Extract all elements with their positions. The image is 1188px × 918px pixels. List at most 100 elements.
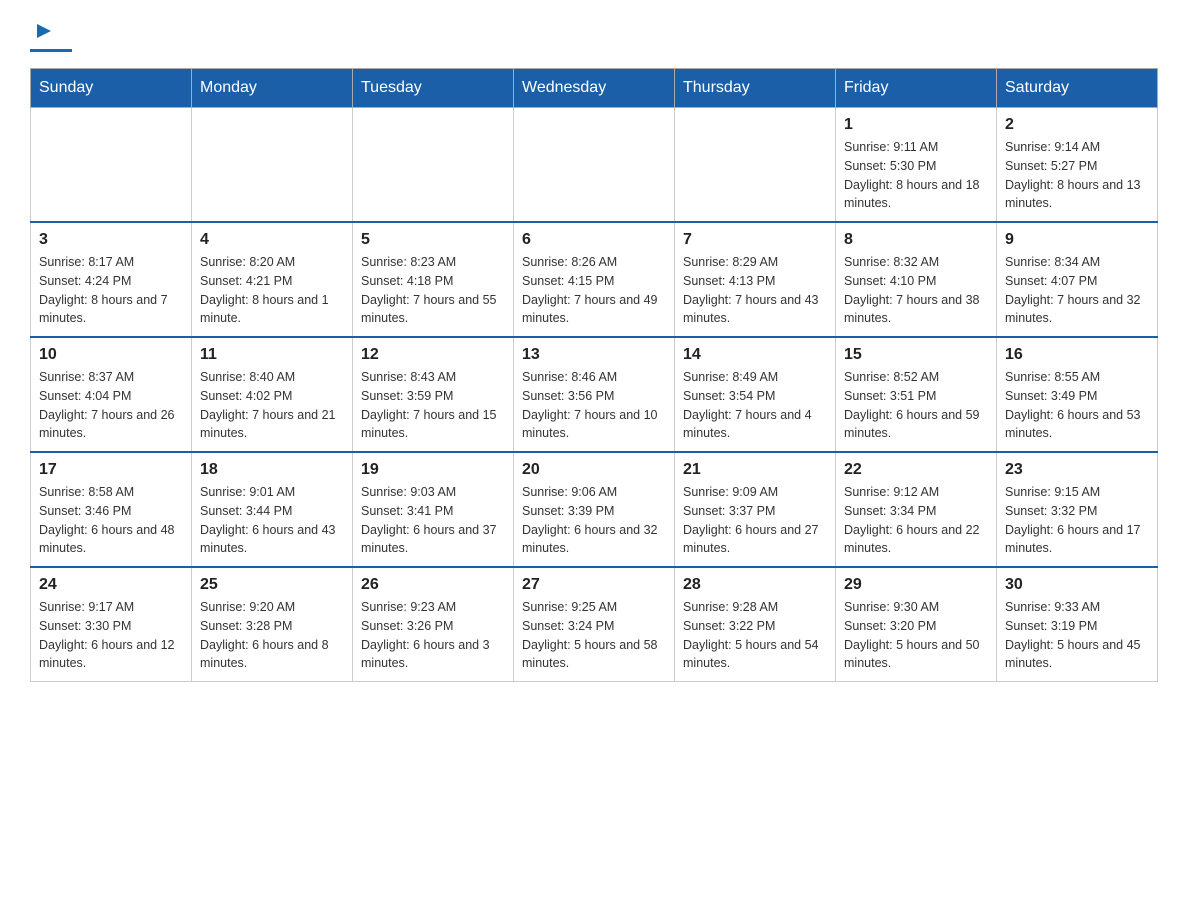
- calendar-week-row: 10 Sunrise: 8:37 AM Sunset: 4:04 PM Dayli…: [31, 337, 1158, 452]
- day-info: Sunrise: 8:32 AM Sunset: 4:10 PM Dayligh…: [844, 253, 988, 328]
- table-row: 18Sunrise: 9:01 AM Sunset: 3:44 PM Dayli…: [192, 452, 353, 567]
- table-row: 3Sunrise: 8:17 AM Sunset: 4:24 PM Daylig…: [31, 222, 192, 337]
- table-row: 17 Sunrise: 8:58 AM Sunset: 3:46 PM Dayli…: [31, 452, 192, 567]
- day-info: Sunrise: 8:40 AM Sunset: 4:02 PM Dayligh…: [200, 368, 344, 443]
- calendar-table: Sunday Monday Tuesday Wednesday Thursday…: [30, 68, 1158, 682]
- day-number: 3: [39, 231, 183, 249]
- day-number: 11: [200, 346, 344, 364]
- day-number: 24: [39, 576, 183, 594]
- table-row: 28 Sunrise: 9:28 AM Sunset: 3:22 PM Dayli…: [675, 567, 836, 682]
- col-saturday: Saturday: [997, 69, 1158, 108]
- day-info: Sunrise: 9:03 AM Sunset: 3:41 PM Dayligh…: [361, 483, 505, 558]
- day-number: 18: [200, 461, 344, 479]
- day-info: Sunrise: 8:29 AM Sunset: 4:13 PM Dayligh…: [683, 253, 827, 328]
- calendar-week-row: 3Sunrise: 8:17 AM Sunset: 4:24 PM Daylig…: [31, 222, 1158, 337]
- day-info: Sunrise: 8:23 AM Sunset: 4:18 PM Dayligh…: [361, 253, 505, 328]
- day-info: Sunrise: 9:11 AM Sunset: 5:30 PM Dayligh…: [844, 138, 988, 213]
- day-number: 22: [844, 461, 988, 479]
- table-row: 12 Sunrise: 8:43 AM Sunset: 3:59 PM Dayli…: [353, 337, 514, 452]
- table-row: 11 Sunrise: 8:40 AM Sunset: 4:02 PM Dayli…: [192, 337, 353, 452]
- table-row: 6 Sunrise: 8:26 AM Sunset: 4:15 PM Daylig…: [514, 222, 675, 337]
- col-friday: Friday: [836, 69, 997, 108]
- table-row: [675, 108, 836, 223]
- day-number: 29: [844, 576, 988, 594]
- day-number: 20: [522, 461, 666, 479]
- day-info: Sunrise: 8:43 AM Sunset: 3:59 PM Dayligh…: [361, 368, 505, 443]
- day-number: 13: [522, 346, 666, 364]
- day-number: 6: [522, 231, 666, 249]
- day-number: 12: [361, 346, 505, 364]
- table-row: 29 Sunrise: 9:30 AM Sunset: 3:20 PM Dayli…: [836, 567, 997, 682]
- table-row: 25Sunrise: 9:20 AM Sunset: 3:28 PM Dayli…: [192, 567, 353, 682]
- day-number: 27: [522, 576, 666, 594]
- table-row: [514, 108, 675, 223]
- col-sunday: Sunday: [31, 69, 192, 108]
- day-info: Sunrise: 9:06 AM Sunset: 3:39 PM Dayligh…: [522, 483, 666, 558]
- table-row: 9 Sunrise: 8:34 AM Sunset: 4:07 PM Daylig…: [997, 222, 1158, 337]
- calendar-week-row: 1 Sunrise: 9:11 AM Sunset: 5:30 PM Daylig…: [31, 108, 1158, 223]
- table-row: 16Sunrise: 8:55 AM Sunset: 3:49 PM Dayli…: [997, 337, 1158, 452]
- day-number: 5: [361, 231, 505, 249]
- day-info: Sunrise: 9:20 AM Sunset: 3:28 PM Dayligh…: [200, 598, 344, 673]
- day-info: Sunrise: 9:23 AM Sunset: 3:26 PM Dayligh…: [361, 598, 505, 673]
- table-row: 23 Sunrise: 9:15 AM Sunset: 3:32 PM Dayli…: [997, 452, 1158, 567]
- table-row: 14 Sunrise: 8:49 AM Sunset: 3:54 PM Dayli…: [675, 337, 836, 452]
- day-number: 9: [1005, 231, 1149, 249]
- table-row: [353, 108, 514, 223]
- table-row: 27Sunrise: 9:25 AM Sunset: 3:24 PM Dayli…: [514, 567, 675, 682]
- day-number: 1: [844, 116, 988, 134]
- col-monday: Monday: [192, 69, 353, 108]
- day-number: 15: [844, 346, 988, 364]
- table-row: 15 Sunrise: 8:52 AM Sunset: 3:51 PM Dayli…: [836, 337, 997, 452]
- day-info: Sunrise: 8:46 AM Sunset: 3:56 PM Dayligh…: [522, 368, 666, 443]
- table-row: 19 Sunrise: 9:03 AM Sunset: 3:41 PM Dayli…: [353, 452, 514, 567]
- day-info: Sunrise: 8:49 AM Sunset: 3:54 PM Dayligh…: [683, 368, 827, 443]
- logo-line: [30, 49, 76, 52]
- day-number: 23: [1005, 461, 1149, 479]
- day-number: 16: [1005, 346, 1149, 364]
- table-row: 7Sunrise: 8:29 AM Sunset: 4:13 PM Daylig…: [675, 222, 836, 337]
- day-info: Sunrise: 9:17 AM Sunset: 3:30 PM Dayligh…: [39, 598, 183, 673]
- logo-bar: [30, 49, 72, 52]
- day-number: 26: [361, 576, 505, 594]
- day-number: 14: [683, 346, 827, 364]
- table-row: 5 Sunrise: 8:23 AM Sunset: 4:18 PM Daylig…: [353, 222, 514, 337]
- logo-arrow-icon: [33, 20, 55, 42]
- day-info: Sunrise: 9:30 AM Sunset: 3:20 PM Dayligh…: [844, 598, 988, 673]
- day-info: Sunrise: 8:52 AM Sunset: 3:51 PM Dayligh…: [844, 368, 988, 443]
- table-row: 24 Sunrise: 9:17 AM Sunset: 3:30 PM Dayli…: [31, 567, 192, 682]
- calendar-week-row: 17 Sunrise: 8:58 AM Sunset: 3:46 PM Dayli…: [31, 452, 1158, 567]
- day-info: Sunrise: 9:28 AM Sunset: 3:22 PM Dayligh…: [683, 598, 827, 673]
- table-row: 4 Sunrise: 8:20 AM Sunset: 4:21 PM Daylig…: [192, 222, 353, 337]
- day-info: Sunrise: 8:26 AM Sunset: 4:15 PM Dayligh…: [522, 253, 666, 328]
- table-row: 22 Sunrise: 9:12 AM Sunset: 3:34 PM Dayli…: [836, 452, 997, 567]
- col-wednesday: Wednesday: [514, 69, 675, 108]
- logo: [30, 20, 76, 52]
- day-number: 2: [1005, 116, 1149, 134]
- day-info: Sunrise: 9:12 AM Sunset: 3:34 PM Dayligh…: [844, 483, 988, 558]
- day-info: Sunrise: 8:37 AM Sunset: 4:04 PM Dayligh…: [39, 368, 183, 443]
- table-row: 2Sunrise: 9:14 AM Sunset: 5:27 PM Daylig…: [997, 108, 1158, 223]
- day-number: 10: [39, 346, 183, 364]
- day-number: 19: [361, 461, 505, 479]
- col-tuesday: Tuesday: [353, 69, 514, 108]
- day-number: 17: [39, 461, 183, 479]
- col-thursday: Thursday: [675, 69, 836, 108]
- day-info: Sunrise: 9:15 AM Sunset: 3:32 PM Dayligh…: [1005, 483, 1149, 558]
- day-number: 8: [844, 231, 988, 249]
- table-row: 1 Sunrise: 9:11 AM Sunset: 5:30 PM Daylig…: [836, 108, 997, 223]
- day-info: Sunrise: 8:34 AM Sunset: 4:07 PM Dayligh…: [1005, 253, 1149, 328]
- page-header: [30, 20, 1158, 52]
- table-row: [31, 108, 192, 223]
- day-number: 28: [683, 576, 827, 594]
- day-number: 4: [200, 231, 344, 249]
- day-info: Sunrise: 9:33 AM Sunset: 3:19 PM Dayligh…: [1005, 598, 1149, 673]
- day-info: Sunrise: 8:20 AM Sunset: 4:21 PM Dayligh…: [200, 253, 344, 328]
- calendar-header-row: Sunday Monday Tuesday Wednesday Thursday…: [31, 69, 1158, 108]
- day-info: Sunrise: 8:58 AM Sunset: 3:46 PM Dayligh…: [39, 483, 183, 558]
- day-number: 30: [1005, 576, 1149, 594]
- table-row: 30 Sunrise: 9:33 AM Sunset: 3:19 PM Dayli…: [997, 567, 1158, 682]
- table-row: 20 Sunrise: 9:06 AM Sunset: 3:39 PM Dayli…: [514, 452, 675, 567]
- day-number: 21: [683, 461, 827, 479]
- calendar-week-row: 24 Sunrise: 9:17 AM Sunset: 3:30 PM Dayli…: [31, 567, 1158, 682]
